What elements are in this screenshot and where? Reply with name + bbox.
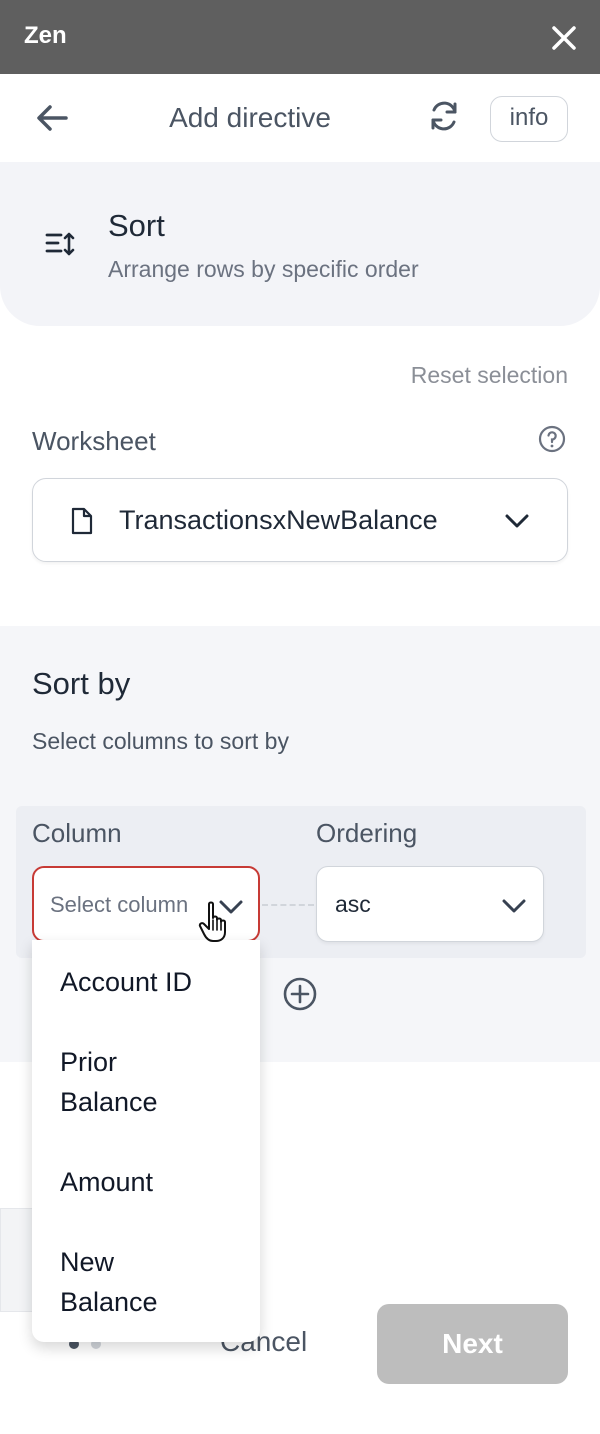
next-button[interactable]: Next <box>377 1304 568 1384</box>
ordering-value: asc <box>335 891 371 917</box>
directive-title: Sort <box>108 208 165 243</box>
sort-by-title: Sort by <box>32 666 131 701</box>
sort-icon <box>45 232 75 256</box>
directive-subtitle: Arrange rows by specific order <box>108 256 419 282</box>
worksheet-value: TransactionsxNewBalance <box>119 505 438 535</box>
column-select-placeholder: Select column <box>50 892 189 917</box>
info-button[interactable]: info <box>490 96 568 142</box>
chevron-down-icon <box>505 514 529 528</box>
close-icon[interactable] <box>548 22 580 54</box>
worksheet-select[interactable]: TransactionsxNewBalance <box>32 478 568 562</box>
dropdown-option-account-id[interactable]: Account ID <box>60 962 250 1002</box>
header: Add directive info <box>0 74 600 162</box>
directive-card: Sort Arrange rows by specific order <box>0 162 600 326</box>
column-dropdown-menu: Account ID Prior Balance Amount New Bala… <box>32 940 260 1342</box>
worksheet-label: Worksheet <box>32 426 156 456</box>
page-title: Add directive <box>169 102 331 133</box>
help-icon[interactable] <box>537 424 567 454</box>
add-circle-icon[interactable] <box>282 976 318 1012</box>
dropdown-option-prior-balance[interactable]: Prior Balance <box>60 1042 250 1122</box>
row-connector <box>262 904 314 906</box>
app-title: Zen <box>24 22 67 49</box>
ordering-label: Ordering <box>316 818 418 848</box>
ordering-select[interactable]: asc <box>316 866 544 942</box>
refresh-icon[interactable] <box>426 98 462 134</box>
chevron-down-icon <box>502 899 526 913</box>
hand-cursor-icon <box>198 901 226 942</box>
reset-selection-link[interactable]: Reset selection <box>380 362 568 389</box>
titlebar: Zen <box>0 0 600 74</box>
file-icon <box>71 507 93 535</box>
sort-by-subtitle: Select columns to sort by <box>32 728 289 754</box>
dropdown-option-new-balance[interactable]: New Balance <box>60 1242 250 1322</box>
dropdown-option-amount[interactable]: Amount <box>60 1162 250 1202</box>
column-label: Column <box>32 818 122 848</box>
